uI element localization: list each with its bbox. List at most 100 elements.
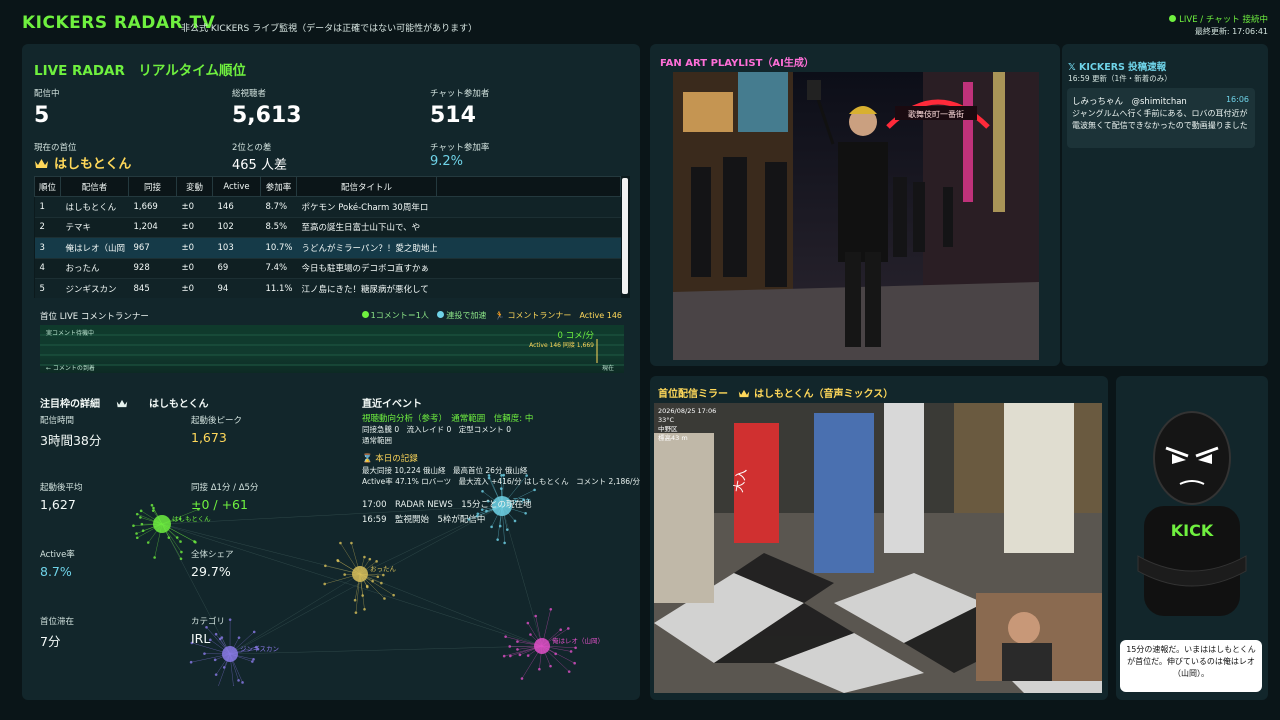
stat-label: 全体シェア [191,550,234,560]
detail-crown-icon [116,399,128,408]
stat-active-rate: Active率 8.7% [40,548,75,579]
live-radar-panel: LIVE RADAR リアルタイム順位 配信中 5 総視聴者 5,613 チャッ… [22,44,640,700]
live-status-text: LIVE / チャット 接続中 [1179,15,1268,25]
runner-label-group: 🏃 コメントランナー Active 146 [494,311,622,320]
runner-active-small: Active 146 同接 1,669 [529,342,594,349]
fan-art-image[interactable]: 歌舞伎町一番街 [673,72,1039,360]
graph-node [153,515,171,533]
post-user: しみっちゃん @shimitchan [1072,97,1187,107]
cell-rank: 3 [34,237,61,259]
stat-stream-time: 配信時間 3時間38分 [40,414,101,449]
stat-value: 8.7% [40,564,72,579]
viewers-stat: 総視聴者 5,613 [232,87,302,128]
col-header-active[interactable]: Active [212,176,261,197]
stat-average: 起動後平均 1,627 [40,481,83,512]
col-header-change[interactable]: 変動 [176,176,213,197]
cell-streamer: ジンギスカン [60,278,129,298]
record-line-2: Active率 47.1% ロバーツ 最大流入 +416/分 はしもとくん コメ… [362,477,641,486]
cell-empty [436,237,621,259]
feed-title-row: 𝕏 KICKERS 投稿速報 [1068,59,1166,73]
cell-active: 146 [212,196,261,218]
col-header-streamer[interactable]: 配信者 [60,176,129,197]
feed-post[interactable]: しみっちゃん @shimitchan 16:06 ジャングルムへ行く手前にある、… [1067,88,1255,148]
osd-datetime: 2026/08/25 17:06 [658,407,717,415]
table-row[interactable]: 4 おったん 928 ±0 69 7.4% 今日も駐車場のデコボコ直すかぁ [34,258,621,279]
col-header-viewers[interactable]: 同接 [128,176,177,197]
gap-value: 465 人差 [232,158,287,173]
legend-blue-text: 連投で加速 [446,311,487,320]
table-header-row: 順位 配信者 同接 変動 Active 参加率 配信タイトル [34,176,621,197]
mascot-shirt-text: KICK [1171,521,1214,540]
leader-mirror-panel: 首位配信ミラー はしもとくん（音声ミックス） 大入 2026/08/25 17:… [650,376,1108,700]
events-title: 直近イベント [362,399,422,410]
graph-node [534,638,550,654]
mirror-crown-icon [738,389,750,398]
mascot-panel: KICK 15分の速報だ。いまははしもとくんが首位だ。伸びているのは俺はレオ（山… [1116,376,1268,700]
gap-label: 2位との差 [232,143,272,153]
ranking-table-body: 1 はしもとくん 1,669 ±0 146 8.7% ポケモン Poké-Charm 30周… [34,196,621,298]
cell-change: ±0 [176,258,213,279]
runner-waiting: 実コメント待機中 [46,330,95,337]
cell-change: ±0 [176,237,213,259]
stat-value: 7分 [40,634,61,649]
col-header-rank[interactable]: 順位 [34,176,61,197]
stat-category: カテゴリ IRL [191,615,225,646]
legend-green-text: 1コメント＝1人 [370,311,429,320]
live-count-stat: 配信中 5 [34,87,60,128]
table-row[interactable]: 1 はしもとくん 1,669 ±0 146 8.7% ポケモン Poké-Charm 30周… [34,196,621,218]
cell-rate: 10.7% [260,237,297,259]
viewers-value: 5,613 [232,103,302,128]
stat-label: Active率 [40,550,75,560]
stat-label: 配信時間 [40,416,75,426]
mirror-scene: 大入 [654,403,1102,693]
detail-title: 注目枠の詳細 [40,399,100,410]
col-header-title[interactable]: 配信タイトル [296,176,437,197]
mascot-speech-bubble: 15分の速報だ。いまははしもとくんが首位だ。伸びているのは俺はレオ（山岡）。 [1120,640,1262,692]
leader-name-row: はしもとくん [34,153,131,172]
crown-icon [35,159,48,168]
cell-viewers: 845 [128,278,177,298]
col-header-rate[interactable]: 参加率 [260,176,297,197]
stat-label: カテゴリ [191,617,226,627]
table-scrollbar[interactable] [622,178,628,294]
table-row[interactable]: 5 ジンギスカン 845 ±0 94 11.1% 江ノ島にきた！糖尿病が悪化して [34,278,621,298]
cell-title: ポケモン Poké-Charm 30周年ロ [296,196,437,218]
video-osd: 2026/08/25 17:06 33°C 中野区 標高43 m [658,407,716,443]
rate-label: チャット参加率 [430,143,490,153]
cell-active: 102 [212,217,261,238]
cell-streamer: はしもとくん [60,196,129,218]
network-graph: はしもとくんテマキおったん俺はレオ（山岡）ジンギスカン [132,473,604,686]
runner-label: コメントランナー [507,311,572,320]
cell-rank: 1 [34,196,61,218]
record-line-1: 最大同接 10,224 俄山経 最高首位 26分 俄山経 [362,466,528,475]
table-row[interactable]: 3 俺はレオ（山岡 967 ±0 103 10.7% うどんがミラーパン？！愛之助地上 [34,237,621,259]
cell-rank: 4 [34,258,61,279]
cell-active: 69 [212,258,261,279]
stat-peak: 起動後ピーク 1,673 [191,414,242,445]
graph-node-label: 俺はレオ（山岡） [552,636,604,645]
fan-art-panel: FAN ART PLAYLIST（AI生成） 歌舞伎町一番街 [650,44,1060,366]
cell-empty [436,196,621,218]
mirror-title: 首位配信ミラー [658,389,728,400]
table-row[interactable]: 2 テマキ 1,204 ±0 102 8.5% 至高の誕生日富士山下山で、や [34,217,621,238]
ranking-table-container[interactable]: 順位 配信者 同接 変動 Active 参加率 配信タイトル 1 はしもとくん 1,… [34,176,630,298]
live-dot-icon [1169,15,1177,22]
post-time: 16:06 [1225,95,1249,104]
runner-arrival: ← コメントの到着 [46,365,95,372]
graph-edge [501,505,543,647]
graph-edge [359,573,543,647]
header: KICKERS RADAR TV 非公式 KICKERS ライブ監視（データは正… [0,0,1280,42]
leader-label: 現在の首位 [34,143,77,153]
stat-delta: 同接 Δ1分 / Δ5分 ±0 / +61 [191,481,258,512]
kickers-feed-panel: 𝕏 KICKERS 投稿速報 16:59 更新（1件・新着のみ） しみっちゃん … [1062,44,1268,366]
mirror-video[interactable]: 大入 2026/08/25 17:06 33°C 中野区 標高43 m [654,403,1102,693]
stat-share: 全体シェア 29.7% [191,548,234,579]
live-count-value: 5 [34,103,50,128]
cell-rate: 8.7% [260,196,297,218]
legend-blue-dot-icon [437,311,445,318]
cell-rank: 2 [34,217,61,238]
cell-change: ±0 [176,278,213,298]
graph-node-label: はしもとくん [172,515,211,523]
stat-value: 3時間38分 [40,433,102,448]
cell-rate: 7.4% [260,258,297,279]
